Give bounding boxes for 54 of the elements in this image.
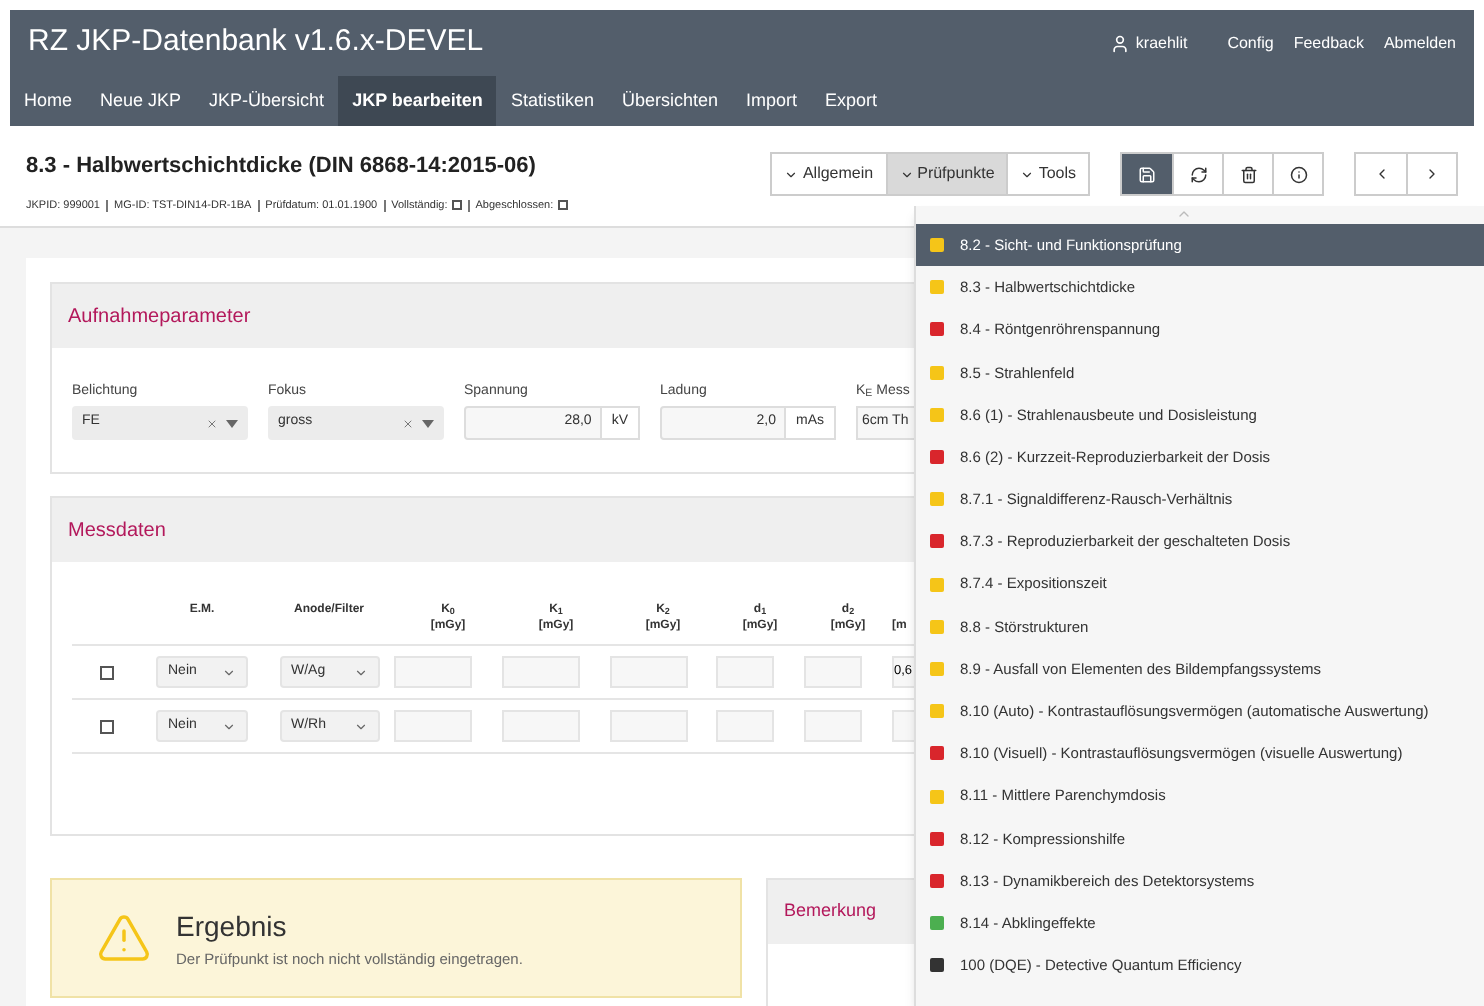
header-link[interactable]: Feedback [1293,31,1364,55]
dropdown-icon [226,419,238,427]
panel-title: Aufnahmeparameter [68,303,251,331]
menu-button[interactable]: Prüfpunkte [885,154,1007,194]
nav-tab[interactable]: Neue JKP [86,76,196,126]
chevron-icon [222,665,236,679]
header-link[interactable]: Config [1227,31,1274,55]
refresh-icon [1189,165,1207,183]
input-field[interactable] [892,710,914,742]
clear-icon [402,417,414,429]
input-field[interactable] [610,656,688,688]
warning-icon [96,910,152,966]
nav-tab[interactable]: Import [732,76,812,126]
panel-title: Bemerkung [784,898,877,925]
checkbox[interactable] [99,665,113,679]
nav-tab[interactable]: Home [10,76,87,126]
nav-tab[interactable]: JKP bearbeiten [338,76,497,126]
chevron-icon [784,167,799,181]
chevron-icon [353,665,367,679]
input-field[interactable] [502,710,580,742]
input-field[interactable] [394,710,472,742]
trash-icon [1239,165,1257,183]
input-field[interactable] [394,656,472,688]
chevron-icon [899,167,914,181]
nav-tab[interactable]: Statistiken [496,76,608,126]
input-field[interactable] [804,710,862,742]
save-icon [1138,165,1156,183]
user-link[interactable]: kraehlit [1135,31,1188,55]
input-field[interactable] [716,710,774,742]
chevron-icon [1020,167,1035,181]
result-title: Ergebnis [176,907,289,946]
input-field[interactable] [804,656,862,688]
scroll-up-icon[interactable] [1176,206,1192,222]
input-field[interactable] [502,656,580,688]
clear-icon [206,417,218,429]
toolbar-button[interactable] [1122,154,1172,194]
header-link[interactable]: Abmelden [1383,31,1456,55]
nav-tab[interactable]: JKP-Übersicht [195,76,339,126]
panel-title: Messdaten [68,517,166,545]
page-title: 8.3 - Halbwertschichtdicke (DIN 6868-14:2015-06) [26,152,538,182]
checkbox[interactable] [451,200,462,211]
input-field[interactable] [610,710,688,742]
checkbox[interactable] [99,719,113,733]
user-icon [1109,33,1130,53]
chevron-icon [222,719,236,733]
chevron-icon [353,719,367,733]
chevron-right-icon [1424,166,1440,182]
input-field[interactable] [716,656,774,688]
app-title: RZ JKP-Datenbank v1.6.x-DEVEL [28,22,486,63]
nav-tab[interactable]: Übersichten [607,76,732,126]
checkbox[interactable] [557,200,568,211]
dropdown-icon [422,419,434,427]
nav-tab[interactable]: Export [811,76,892,126]
info-icon [1289,165,1307,183]
